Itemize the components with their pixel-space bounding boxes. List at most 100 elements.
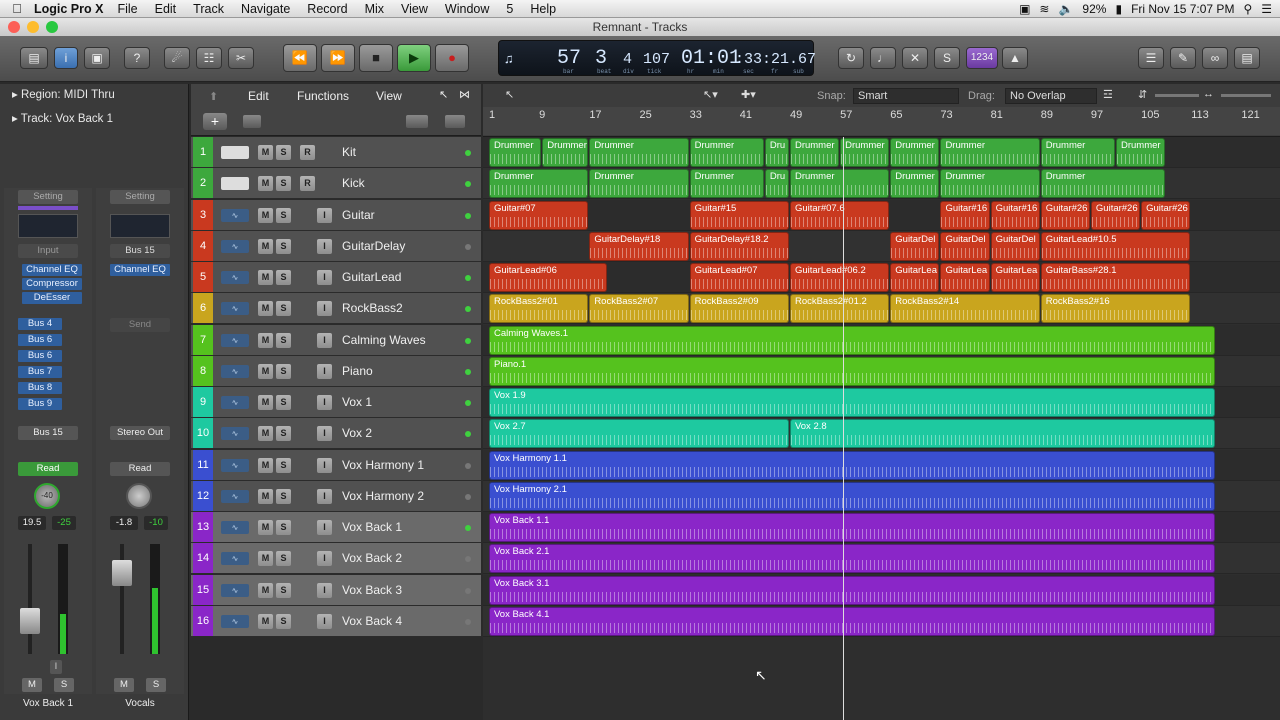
region[interactable]: GuitarLead#06.2 [789, 263, 890, 292]
vertical-zoom-icon[interactable]: ⇵ [1138, 88, 1147, 101]
play-button[interactable]: ▶ [397, 44, 431, 72]
region[interactable]: Vox Back 3.1 [489, 575, 1216, 605]
region[interactable]: GuitarLea [940, 263, 990, 292]
audio-waveform-icon[interactable]: ∿ [221, 489, 249, 503]
mute-button[interactable]: M [258, 207, 273, 223]
view-menu[interactable]: View [376, 89, 402, 103]
track-header[interactable]: 12 ∿ M S I Vox Harmony 2 [191, 480, 481, 512]
bar-ruler[interactable]: 1 9 17 25 33 41 49 57 65 73 81 89 97 105 113 121 [483, 107, 1280, 135]
mute-button[interactable]: M [258, 582, 273, 598]
send-slot[interactable]: Bus 7 [18, 366, 62, 378]
menu-record[interactable]: Record [307, 2, 347, 16]
track-header[interactable]: 7 ∿ M S I Calming Waves [191, 324, 481, 356]
add-track-button[interactable]: + [203, 113, 227, 130]
menu-5[interactable]: 5 [506, 2, 513, 16]
setting-button[interactable]: Setting [110, 190, 170, 204]
track-number[interactable]: 4 [193, 230, 213, 261]
record-enable-button[interactable]: R [300, 176, 315, 192]
track-number[interactable]: 11 [193, 449, 213, 480]
solo-button[interactable]: S [276, 582, 291, 598]
track-number[interactable]: 5 [193, 262, 213, 292]
automation-mode[interactable]: Read [110, 462, 170, 476]
region[interactable]: GuitarDelay#18.2 [689, 231, 789, 261]
mute-button[interactable]: M [258, 270, 273, 285]
input-monitor-button[interactable]: I [317, 426, 332, 442]
solo-button[interactable]: S [276, 301, 291, 317]
region[interactable]: GuitarLead#10.5 [1040, 231, 1191, 261]
audio-waveform-icon[interactable]: ∿ [221, 552, 249, 566]
input-monitor-button[interactable]: I [317, 520, 332, 535]
track-name[interactable]: Kick [342, 168, 365, 198]
solo-button[interactable]: S [276, 145, 291, 160]
track-header[interactable]: 15 ∿ M S I Vox Back 3 [191, 574, 481, 606]
track-number[interactable]: 15 [193, 574, 213, 605]
send-slot[interactable]: Bus 6 [18, 334, 62, 346]
region[interactable]: Guitar#16 [940, 200, 990, 230]
region[interactable]: Dru [764, 138, 789, 167]
mute-button[interactable]: M [258, 395, 273, 410]
track-name[interactable]: Guitar [342, 200, 375, 230]
solo-button[interactable]: S [276, 551, 291, 567]
lcd-display[interactable]: ♫ 57 3 4 107 01:01 :33:21.67 bar beat di… [498, 40, 816, 76]
track-header[interactable]: 16 ∿ M S I Vox Back 4 [191, 605, 481, 637]
automation-mode[interactable]: Read [18, 462, 78, 476]
track-number[interactable]: 9 [193, 387, 213, 417]
track-header[interactable]: 1 M S R Kit [191, 137, 481, 168]
track-name[interactable]: Vox Back 3 [342, 575, 402, 605]
editors-icon[interactable]: ✂ [228, 47, 254, 69]
solo-button[interactable]: S [146, 678, 166, 692]
solo-button[interactable]: S [276, 363, 291, 379]
clock[interactable]: Fri Nov 15 7:07 PM [1131, 2, 1234, 16]
pointer-tool-menu-icon[interactable]: ↖▾ [703, 88, 718, 101]
mute-button[interactable]: M [258, 488, 273, 504]
region[interactable]: Drummer [689, 138, 764, 167]
region[interactable]: Guitar#07 [489, 200, 589, 230]
flex-icon[interactable]: ↖ [439, 88, 448, 101]
track-name[interactable]: Vox Back 2 [342, 543, 402, 573]
track-number[interactable]: 16 [193, 605, 213, 636]
horizontal-zoom-icon[interactable]: ↔ [1203, 88, 1214, 100]
waveform-zoom-icon[interactable]: ☲ [1103, 88, 1113, 101]
track-header[interactable]: 3 ∿ M S I Guitar [191, 199, 481, 231]
menu-window[interactable]: Window [445, 2, 489, 16]
region[interactable]: Guitar#16 [990, 200, 1040, 230]
apple-menu-icon[interactable]:  [0, 1, 34, 16]
vertical-zoom-slider[interactable] [1155, 94, 1199, 97]
region[interactable]: Drummer [940, 169, 1040, 199]
audio-waveform-icon[interactable]: ∿ [221, 458, 249, 472]
count-in-button[interactable]: 1234 [966, 47, 998, 69]
menu-help[interactable]: Help [530, 2, 556, 16]
region[interactable]: Guitar#26 [1141, 200, 1191, 230]
track-inspector-header[interactable]: ▸ Track: Vox Back 1 [0, 108, 189, 130]
menu-edit[interactable]: Edit [155, 2, 177, 16]
drag-dropdown[interactable]: No Overlap [1005, 88, 1097, 104]
track-name[interactable]: Vox 2 [342, 418, 372, 448]
region[interactable]: Calming Waves.1 [489, 325, 1216, 355]
catch-icon[interactable]: ⬆ [209, 90, 218, 103]
solo-button[interactable]: S [276, 613, 291, 629]
mute-button[interactable]: M [258, 238, 273, 254]
track-name[interactable]: Vox Back 4 [342, 606, 402, 636]
track-number[interactable]: 1 [193, 137, 213, 167]
audio-waveform-icon[interactable]: ∿ [221, 364, 249, 378]
input-monitor-button[interactable]: I [317, 207, 332, 223]
rewind-button[interactable]: ⏪ [283, 44, 317, 72]
region[interactable]: Dru [764, 169, 789, 199]
audio-waveform-icon[interactable]: ∿ [221, 521, 249, 534]
region[interactable]: Drummer [589, 169, 689, 199]
solo-button[interactable]: S [276, 520, 291, 535]
input-monitor-button[interactable]: I [317, 457, 332, 473]
solo-button[interactable]: S [276, 176, 291, 192]
notepad-icon[interactable]: ✎ [1170, 47, 1196, 69]
solo-button[interactable]: S [276, 332, 291, 348]
quick-help-icon[interactable]: ? [124, 47, 150, 69]
track-name[interactable]: GuitarLead [342, 262, 401, 292]
toolbar-icon[interactable]: ▣ [84, 47, 110, 69]
plugin-slot[interactable]: DeEsser [22, 292, 82, 304]
track-header[interactable]: 13 ∿ M S I Vox Back 1 [191, 512, 481, 543]
record-enable-button[interactable]: R [300, 145, 315, 160]
region-inspector-header[interactable]: ▸ Region: MIDI Thru [0, 84, 189, 106]
mute-button[interactable]: M [258, 332, 273, 348]
list-editors-icon[interactable]: ☰ [1138, 47, 1164, 69]
region[interactable]: RockBass2#01.2 [789, 294, 890, 324]
